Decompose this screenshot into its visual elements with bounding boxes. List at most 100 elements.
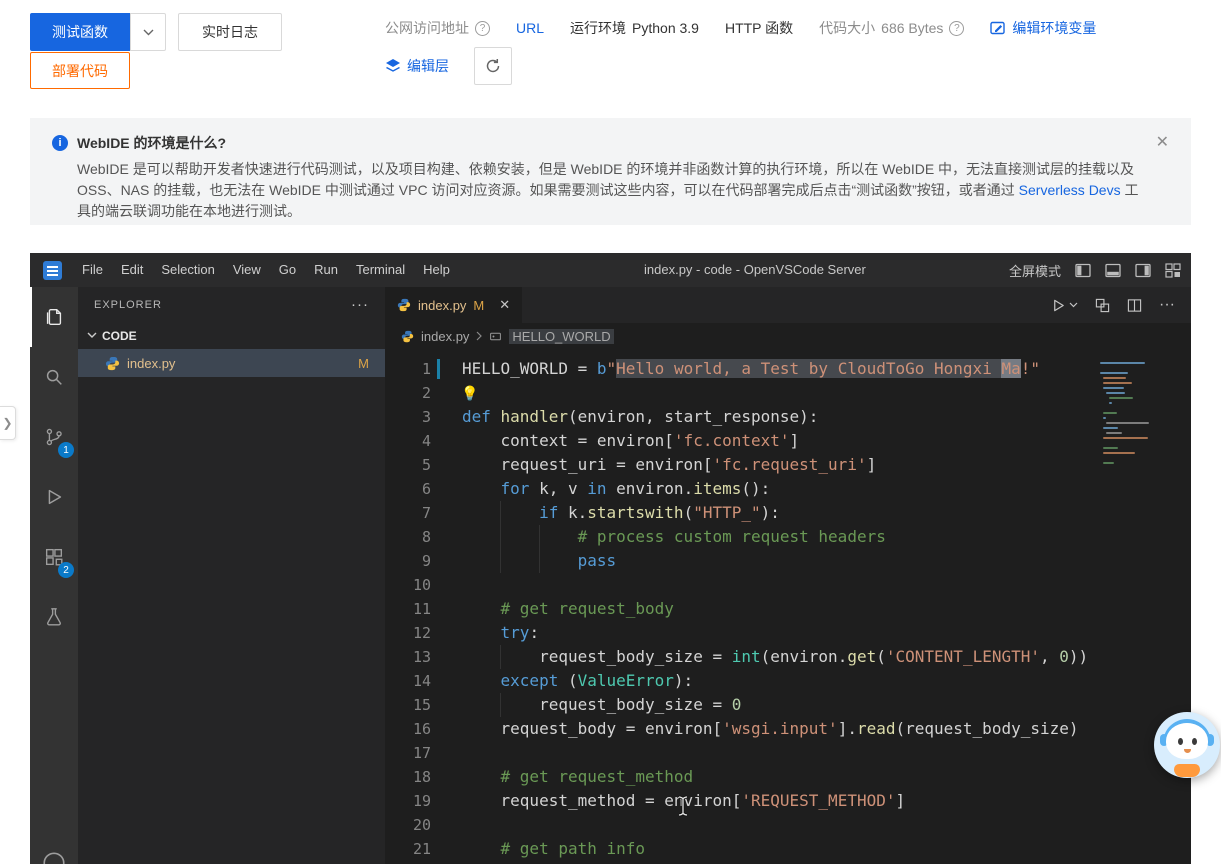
layer-row: 编辑层: [385, 47, 512, 85]
line-number[interactable]: 17: [385, 741, 431, 765]
code-line[interactable]: 15 request_body_size = 0: [385, 693, 1191, 717]
line-number[interactable]: 13: [385, 645, 431, 669]
line-number[interactable]: 3: [385, 405, 431, 429]
code-line[interactable]: 7 if k.startswith("HTTP_"):: [385, 501, 1191, 525]
url-link[interactable]: URL: [516, 20, 544, 36]
code-line[interactable]: 3def handler(environ, start_response):: [385, 405, 1191, 429]
line-number[interactable]: 18: [385, 765, 431, 789]
refresh-button[interactable]: [474, 47, 512, 85]
run-debug-activity-icon[interactable]: [30, 467, 78, 527]
open-changes-icon[interactable]: [1095, 298, 1110, 313]
line-number[interactable]: 9: [385, 549, 431, 573]
code-line[interactable]: 12 try:: [385, 621, 1191, 645]
realtime-logs-button[interactable]: 实时日志: [178, 13, 282, 51]
folder-code-label: CODE: [102, 329, 137, 343]
more-actions-icon[interactable]: ···: [1159, 296, 1175, 314]
run-python-file-button[interactable]: [1051, 298, 1078, 313]
line-number[interactable]: 20: [385, 813, 431, 837]
code-line[interactable]: 19 request_method = environ['REQUEST_MET…: [385, 789, 1191, 813]
toggle-sidebar-left-icon[interactable]: [1075, 263, 1091, 278]
line-number[interactable]: 2: [385, 381, 431, 405]
lightbulb-icon[interactable]: 💡: [461, 382, 478, 404]
menu-item-go[interactable]: Go: [270, 262, 305, 277]
account-activity-icon[interactable]: [30, 850, 78, 864]
python-file-icon: [401, 330, 414, 343]
assistant-mascot-button[interactable]: [1154, 712, 1220, 778]
line-number[interactable]: 14: [385, 669, 431, 693]
code-line[interactable]: 11 # get request_body: [385, 597, 1191, 621]
tab-bar: index.py M ✕ ···: [385, 287, 1191, 323]
menu-item-help[interactable]: Help: [414, 262, 459, 277]
beaker-icon: [43, 606, 65, 628]
code-line[interactable]: 18 # get request_method: [385, 765, 1191, 789]
code-line[interactable]: 20: [385, 813, 1191, 837]
line-number[interactable]: 12: [385, 621, 431, 645]
code-line[interactable]: 8 # process custom request headers: [385, 525, 1191, 549]
code-line[interactable]: 14 except (ValueError):: [385, 669, 1191, 693]
line-number[interactable]: 5: [385, 453, 431, 477]
line-number[interactable]: 16: [385, 717, 431, 741]
menu-item-run[interactable]: Run: [305, 262, 347, 277]
line-number[interactable]: 15: [385, 693, 431, 717]
code-line[interactable]: 17: [385, 741, 1191, 765]
menu-item-selection[interactable]: Selection: [152, 262, 223, 277]
testing-activity-icon[interactable]: [30, 587, 78, 647]
line-number[interactable]: 6: [385, 477, 431, 501]
menu-item-terminal[interactable]: Terminal: [347, 262, 414, 277]
explorer-more-actions[interactable]: ···: [351, 296, 369, 313]
code-line[interactable]: 5 request_uri = environ['fc.request_uri'…: [385, 453, 1191, 477]
chevron-down-icon: [143, 29, 154, 36]
line-number[interactable]: 7: [385, 501, 431, 525]
menu-item-edit[interactable]: Edit: [112, 262, 152, 277]
file-index-py[interactable]: index.py M: [78, 349, 385, 377]
menu-item-file[interactable]: File: [73, 262, 112, 277]
line-number[interactable]: 4: [385, 429, 431, 453]
test-function-button[interactable]: 测试函数: [30, 13, 130, 51]
code-line[interactable]: 6 for k, v in environ.items():: [385, 477, 1191, 501]
toggle-sidebar-right-icon[interactable]: [1135, 263, 1151, 278]
code-line[interactable]: 16 request_body = environ['wsgi.input'].…: [385, 717, 1191, 741]
deploy-code-button[interactable]: 部署代码: [30, 52, 130, 89]
line-number[interactable]: 19: [385, 789, 431, 813]
explorer-activity-icon[interactable]: [30, 287, 78, 347]
split-editor-icon[interactable]: [1127, 298, 1142, 313]
account-icon: [41, 850, 67, 864]
search-activity-icon[interactable]: [30, 347, 78, 407]
extensions-activity-icon[interactable]: 2: [30, 527, 78, 587]
edit-layer-link[interactable]: 编辑层: [407, 56, 449, 76]
code-line[interactable]: 4 context = environ['fc.context']: [385, 429, 1191, 453]
folder-code[interactable]: CODE: [78, 322, 385, 349]
edit-env-link[interactable]: 编辑环境变量: [1012, 18, 1096, 38]
tab-index-py[interactable]: index.py M ✕: [385, 287, 522, 323]
code-line[interactable]: 1HELLO_WORLD = b"Hello world, a Test by …: [385, 357, 1191, 381]
code-line[interactable]: 9 pass: [385, 549, 1191, 573]
minimap[interactable]: [1100, 360, 1160, 465]
menu-item-view[interactable]: View: [224, 262, 270, 277]
banner-close-button[interactable]: ✕: [1156, 132, 1169, 152]
panel-expander-button[interactable]: ❯: [0, 406, 16, 440]
line-number[interactable]: 8: [385, 525, 431, 549]
code-line[interactable]: 21 # get path info: [385, 837, 1191, 861]
fullscreen-toggle[interactable]: 全屏模式: [1009, 261, 1061, 280]
code-line[interactable]: 13 request_body_size = int(environ.get('…: [385, 645, 1191, 669]
serverless-devs-link[interactable]: Serverless Devs: [1019, 182, 1121, 198]
line-number[interactable]: 21: [385, 837, 431, 861]
help-icon[interactable]: ?: [949, 21, 964, 36]
search-icon: [43, 366, 65, 388]
line-number[interactable]: 11: [385, 597, 431, 621]
python-file-icon: [397, 298, 411, 312]
code-line[interactable]: 10: [385, 573, 1191, 597]
toggle-panel-icon[interactable]: [1105, 263, 1121, 278]
help-icon[interactable]: ?: [475, 21, 490, 36]
code-editor[interactable]: 1HELLO_WORLD = b"Hello world, a Test by …: [385, 349, 1191, 864]
line-number[interactable]: 1: [385, 357, 431, 381]
tab-close-icon[interactable]: ✕: [499, 297, 510, 313]
line-number[interactable]: 10: [385, 573, 431, 597]
customize-layout-icon[interactable]: [1165, 263, 1181, 278]
breadcrumb-file[interactable]: index.py: [421, 329, 469, 344]
breadcrumb-symbol[interactable]: HELLO_WORLD: [509, 329, 613, 344]
ide-titlebar: FileEditSelectionViewGoRunTerminalHelp i…: [30, 253, 1191, 287]
source-control-activity-icon[interactable]: 1: [30, 407, 78, 467]
code-line[interactable]: 2💡: [385, 381, 1191, 405]
test-function-dropdown[interactable]: [130, 13, 166, 51]
